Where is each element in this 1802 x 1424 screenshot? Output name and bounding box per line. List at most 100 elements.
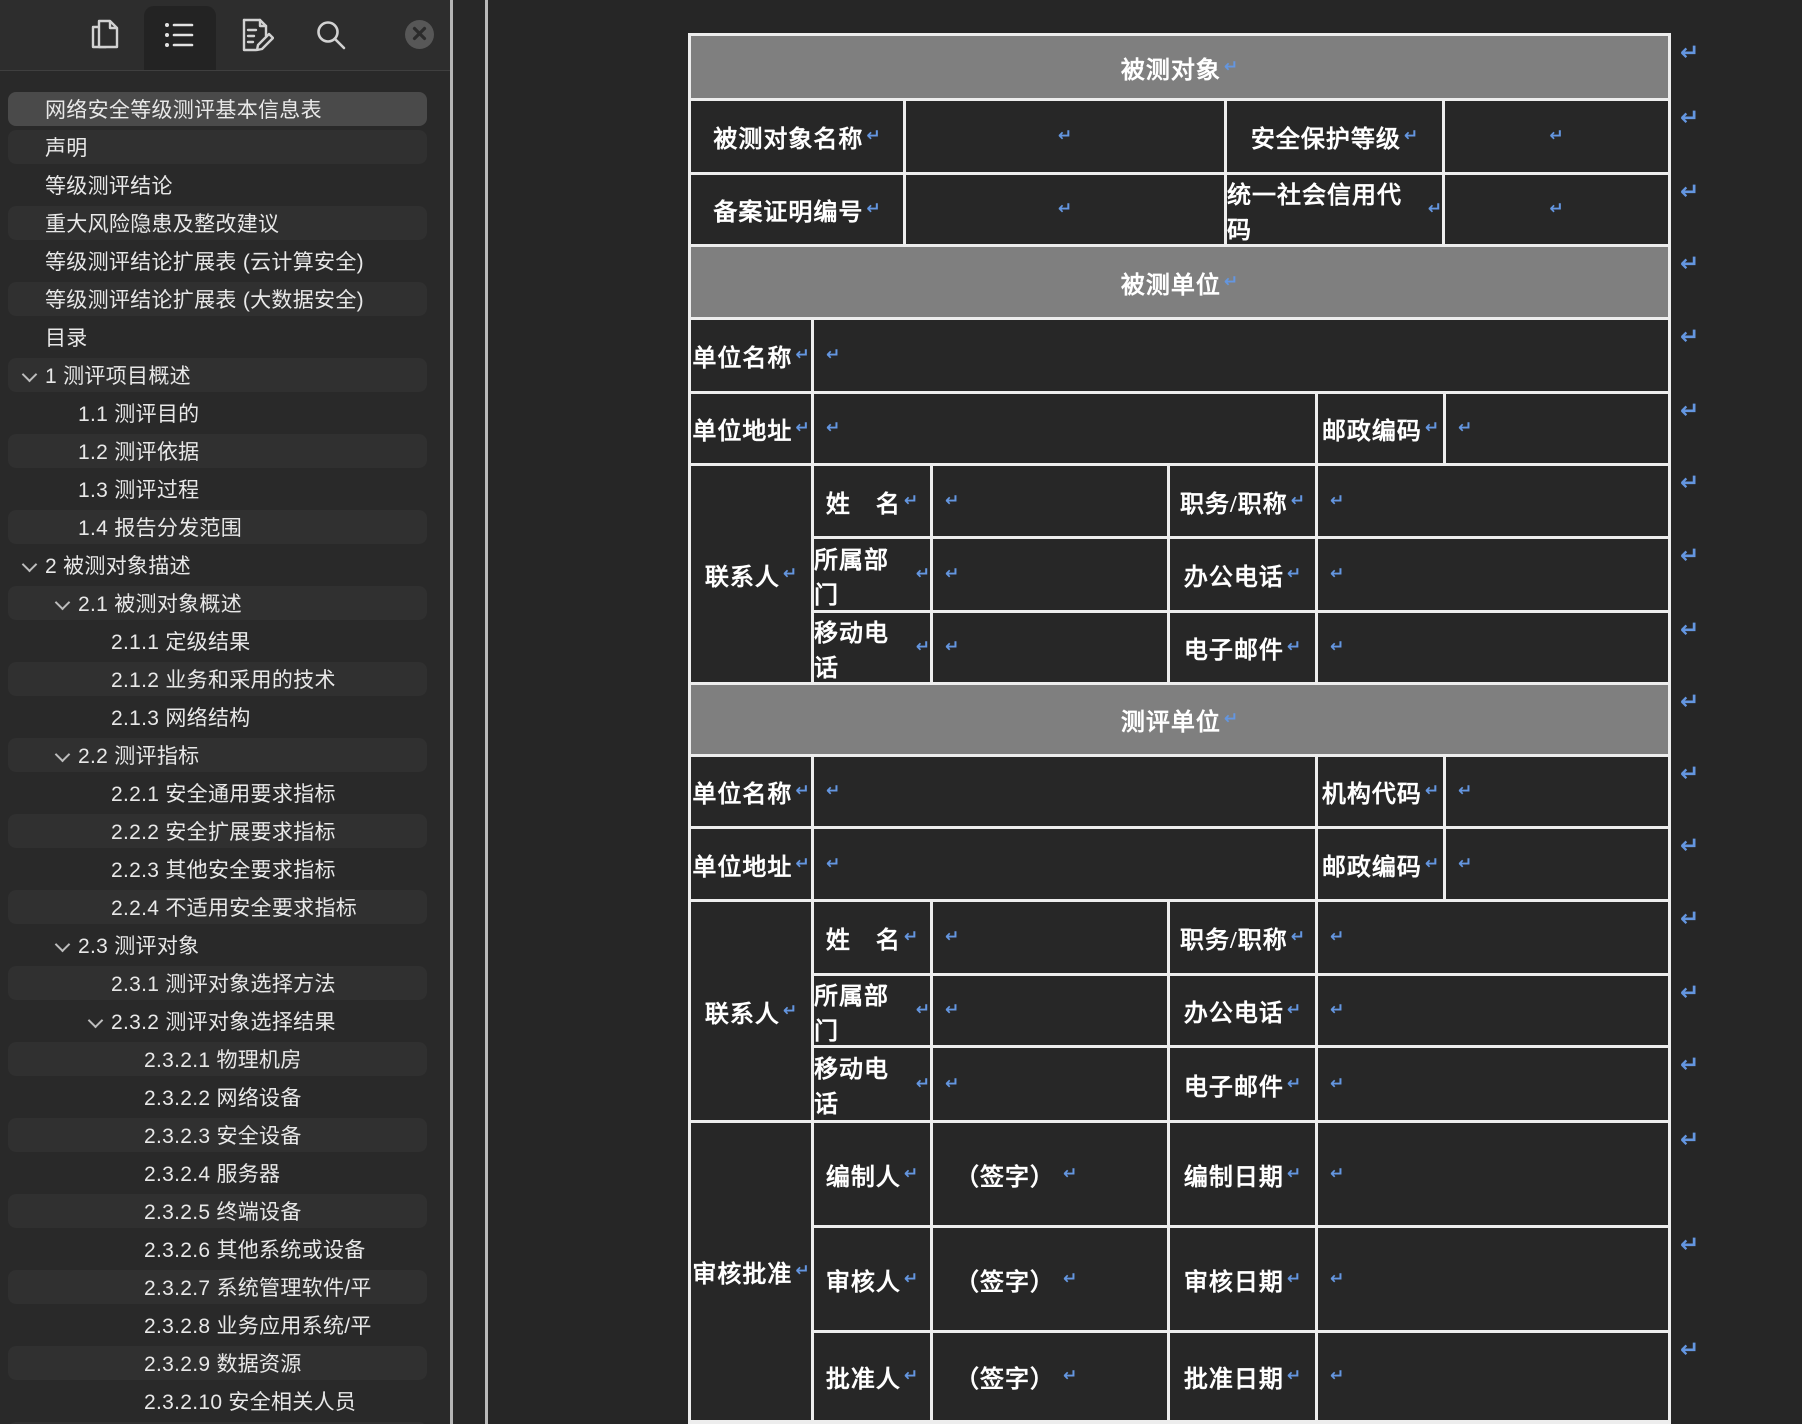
outline-item[interactable]: 1.2 测评依据 [8, 434, 427, 468]
label-cell-eval-unit-address[interactable]: 单位地址↵ [691, 829, 811, 899]
value-cell-object-name[interactable]: ↵ [906, 101, 1224, 172]
label-cell-eval-postal-code[interactable]: 邮政编码↵ [1318, 829, 1443, 899]
label-cell-unit-address[interactable]: 单位地址↵ [691, 394, 811, 463]
label-cell-name[interactable]: 姓 名↵ [814, 902, 930, 973]
annotations-tab[interactable] [238, 17, 274, 53]
value-cell-postal-code[interactable]: ↵ [1446, 394, 1668, 463]
value-cell-name[interactable]: ↵ [933, 466, 1167, 536]
value-cell-approve-date[interactable]: ↵ [1318, 1333, 1668, 1420]
label-cell-preparer[interactable]: 编制人↵ [814, 1123, 930, 1225]
section-header-tested-unit[interactable]: 被测单位↵ [691, 247, 1668, 317]
label-cell-office-phone[interactable]: 办公电话↵ [1170, 976, 1315, 1045]
signature-cell-reviewer[interactable]: （签字）↵ [933, 1228, 1167, 1330]
outline-item[interactable]: 等级测评结论扩展表 (大数据安全) [8, 282, 427, 316]
outline-item[interactable]: 2.3.1 测评对象选择方法 [8, 966, 427, 1000]
value-cell-eval-unit-name[interactable]: ↵ [814, 757, 1315, 826]
value-cell-mobile[interactable]: ↵ [933, 613, 1167, 682]
label-cell-office-phone[interactable]: 办公电话↵ [1170, 539, 1315, 610]
outline-item[interactable]: 2.3 测评对象 [8, 928, 427, 962]
outline-item[interactable]: 2.1 被测对象概述 [8, 586, 427, 620]
value-cell-mobile[interactable]: ↵ [933, 1048, 1167, 1120]
outline-item[interactable]: 2.3.2.5 终端设备 [8, 1194, 427, 1228]
value-cell-department[interactable]: ↵ [933, 976, 1167, 1045]
close-sidebar-button[interactable] [405, 20, 434, 49]
value-cell-org-code[interactable]: ↵ [1446, 757, 1668, 826]
value-cell-title[interactable]: ↵ [1318, 466, 1668, 536]
label-cell-object-name[interactable]: 被测对象名称↵ [691, 101, 903, 172]
outline-item[interactable]: 2.1.3 网络结构 [8, 700, 427, 734]
outline-item[interactable]: 2.3.2.9 数据资源 [8, 1346, 427, 1380]
label-cell-name[interactable]: 姓 名↵ [814, 466, 930, 536]
label-cell-department[interactable]: 所属部门↵ [814, 539, 930, 610]
outline-item[interactable]: 2.2.4 不适用安全要求指标 [8, 890, 427, 924]
value-cell-office-phone[interactable]: ↵ [1318, 976, 1668, 1045]
label-cell-approver[interactable]: 批准人↵ [814, 1333, 930, 1420]
label-cell-mobile[interactable]: 移动电话↵ [814, 1048, 930, 1120]
section-header-tested-object[interactable]: 被测对象↵ [691, 36, 1668, 98]
outline-item[interactable]: 2.3.2.8 业务应用系统/平 [8, 1308, 427, 1342]
value-cell-eval-postal-code[interactable]: ↵ [1446, 829, 1668, 899]
label-cell-postal-code[interactable]: 邮政编码↵ [1318, 394, 1443, 463]
outline-item[interactable]: 重大风险隐患及整改建议 [8, 206, 427, 240]
label-cell-email[interactable]: 电子邮件↵ [1170, 1048, 1315, 1120]
thumbnails-tab[interactable] [87, 17, 123, 53]
outline-item[interactable]: 等级测评结论 [8, 168, 427, 202]
document-canvas[interactable]: 被测对象↵ 被测对象名称↵ ↵ 安全保护等级↵ ↵ 备案证明编号↵ ↵ [488, 0, 1802, 1424]
label-cell-protection-level[interactable]: 安全保护等级↵ [1227, 101, 1442, 172]
label-cell-approval[interactable]: 审核批准↵ [691, 1123, 811, 1420]
document-outline[interactable]: 网络安全等级测评基本信息表声明等级测评结论重大风险隐患及整改建议等级测评结论扩展… [0, 70, 450, 1424]
value-cell-review-date[interactable]: ↵ [1318, 1228, 1668, 1330]
outline-item[interactable]: 1.4 报告分发范围 [8, 510, 427, 544]
outline-item[interactable]: 2.2 测评指标 [8, 738, 427, 772]
value-cell-department[interactable]: ↵ [933, 539, 1167, 610]
label-cell-title[interactable]: 职务/职称↵ [1170, 466, 1315, 536]
label-cell-title[interactable]: 职务/职称↵ [1170, 902, 1315, 973]
signature-cell-preparer[interactable]: （签字）↵ [933, 1123, 1167, 1225]
value-cell-email[interactable]: ↵ [1318, 613, 1668, 682]
label-cell-contact[interactable]: 联系人↵ [691, 466, 811, 682]
label-cell-org-code[interactable]: 机构代码↵ [1318, 757, 1443, 826]
value-cell-unit-name[interactable]: ↵ [814, 320, 1668, 391]
value-cell-prepare-date[interactable]: ↵ [1318, 1123, 1668, 1225]
outline-item[interactable]: 目录 [8, 320, 427, 354]
label-cell-unit-name[interactable]: 单位名称↵ [691, 320, 811, 391]
label-cell-approve-date[interactable]: 批准日期↵ [1170, 1333, 1315, 1420]
chevron-down-icon[interactable] [20, 367, 38, 385]
chevron-down-icon[interactable] [20, 557, 38, 575]
outline-item[interactable]: 2.3.2.10 安全相关人员 [8, 1384, 427, 1418]
outline-item[interactable]: 2.3.2 测评对象选择结果 [8, 1004, 427, 1038]
value-cell-record-number[interactable]: ↵ [906, 175, 1224, 244]
outline-item[interactable]: 1.3 测评过程 [8, 472, 427, 506]
search-tab[interactable] [313, 17, 349, 53]
outline-item[interactable]: 2.3.2.2 网络设备 [8, 1080, 427, 1114]
label-cell-review-date[interactable]: 审核日期↵ [1170, 1228, 1315, 1330]
value-cell-eval-unit-address[interactable]: ↵ [814, 829, 1315, 899]
label-cell-credit-code[interactable]: 统一社会信用代码↵ [1227, 175, 1442, 244]
chevron-down-icon[interactable] [86, 1013, 104, 1031]
outline-item[interactable]: 2.3.2.7 系统管理软件/平 [8, 1270, 427, 1304]
value-cell-email[interactable]: ↵ [1318, 1048, 1668, 1120]
chevron-down-icon[interactable] [53, 747, 71, 765]
signature-cell-approver[interactable]: （签字）↵ [933, 1333, 1167, 1420]
outline-item[interactable]: 声明 [8, 130, 427, 164]
label-cell-department[interactable]: 所属部门↵ [814, 976, 930, 1045]
outline-item[interactable]: 网络安全等级测评基本信息表 [8, 92, 427, 126]
label-cell-mobile[interactable]: 移动电话↵ [814, 613, 930, 682]
outline-item[interactable]: 2.2.2 安全扩展要求指标 [8, 814, 427, 848]
label-cell-contact[interactable]: 联系人↵ [691, 902, 811, 1120]
chevron-down-icon[interactable] [53, 937, 71, 955]
outline-item[interactable]: 2.3.2.1 物理机房 [8, 1042, 427, 1076]
outline-item[interactable]: 2.3.2.4 服务器 [8, 1156, 427, 1190]
label-cell-prepare-date[interactable]: 编制日期↵ [1170, 1123, 1315, 1225]
value-cell-office-phone[interactable]: ↵ [1318, 539, 1668, 610]
value-cell-protection-level[interactable]: ↵ [1445, 101, 1668, 172]
label-cell-email[interactable]: 电子邮件↵ [1170, 613, 1315, 682]
value-cell-name[interactable]: ↵ [933, 902, 1167, 973]
value-cell-unit-address[interactable]: ↵ [814, 394, 1315, 463]
pane-splitter[interactable] [450, 0, 453, 1424]
outline-item[interactable]: 1 测评项目概述 [8, 358, 427, 392]
outline-tab[interactable] [161, 17, 197, 53]
value-cell-credit-code[interactable]: ↵ [1445, 175, 1668, 244]
outline-item[interactable]: 2 被测对象描述 [8, 548, 427, 582]
outline-item[interactable]: 2.2.3 其他安全要求指标 [8, 852, 427, 886]
